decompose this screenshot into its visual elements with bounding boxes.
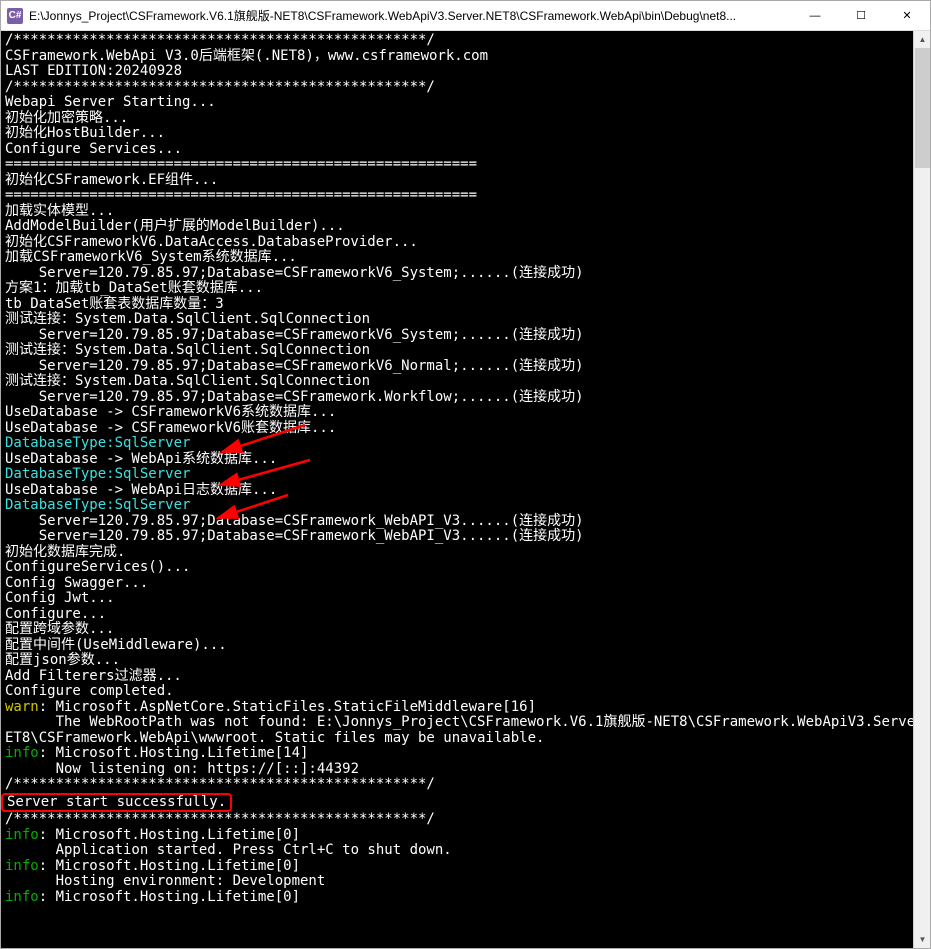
console-line: /***************************************… [5,80,909,96]
console-line: Config Jwt... [5,591,909,607]
titlebar[interactable]: C# E:\Jonnys_Project\CSFramework.V6.1旗舰版… [1,1,930,31]
console-line: ========================================… [5,188,909,204]
console-line: DatabaseType:SqlServer [5,467,909,483]
console-line: CSFramework.WebApi V3.0后端框架(.NET8)，www.c… [5,49,909,65]
console-line: 方案1：加载tb_DataSet账套数据库... [5,281,909,297]
console-line: UseDatabase -> CSFrameworkV6账套数据库... [5,421,909,437]
console-line: 配置json参数... [5,653,909,669]
console-line: /***************************************… [5,777,909,793]
console-line: /***************************************… [5,812,909,828]
console-line: Server=120.79.85.97;Database=CSFramework… [5,514,909,530]
console-line: UseDatabase -> WebApi日志数据库... [5,483,909,499]
console-line: Now listening on: https://[::]:44392 [5,762,909,778]
console-line: Server=120.79.85.97;Database=CSFramework… [5,328,909,344]
scrollbar-thumb[interactable] [915,48,930,168]
scroll-up-arrow[interactable]: ▲ [914,31,930,48]
console-line: 加载实体模型... [5,204,909,220]
console-line: 初始化HostBuilder... [5,126,909,142]
console-line: warn: Microsoft.AspNetCore.StaticFiles.S… [5,700,909,716]
console-line: 测试连接：System.Data.SqlClient.SqlConnection [5,343,909,359]
console-line: Config Swagger... [5,576,909,592]
console-line: Server=120.79.85.97;Database=CSFramework… [5,390,909,406]
window-controls: — ☐ ✕ [792,1,930,30]
console-line: 测试连接：System.Data.SqlClient.SqlConnection [5,374,909,390]
console-line: 初始化加密策略... [5,111,909,127]
console-line: The WebRootPath was not found: E:\Jonnys… [5,715,909,731]
console-line: 加载CSFrameworkV6_System系统数据库... [5,250,909,266]
console-output[interactable]: /***************************************… [1,31,913,948]
console-line: info: Microsoft.Hosting.Lifetime[0] [5,859,909,875]
console-line: 初始化CSFramework.EF组件... [5,173,909,189]
console-line: Configure completed. [5,684,909,700]
console-line: 配置跨域参数... [5,622,909,638]
console-line: LAST EDITION:20240928 [5,64,909,80]
console-line: Hosting environment: Development [5,874,909,890]
maximize-button[interactable]: ☐ [838,1,884,30]
console-line: AddModelBuilder(用户扩展的ModelBuilder)... [5,219,909,235]
window-title: E:\Jonnys_Project\CSFramework.V6.1旗舰版-NE… [29,7,792,24]
highlighted-line: Server start successfully. [1,793,232,813]
console-line: Server=120.79.85.97;Database=CSFramework… [5,359,909,375]
console-line: Webapi Server Starting... [5,95,909,111]
console-line: info: Microsoft.Hosting.Lifetime[0] [5,828,909,844]
console-line: Server start successfully. [5,793,909,813]
close-button[interactable]: ✕ [884,1,930,30]
console-line: Add Filterers过滤器... [5,669,909,685]
console-line: UseDatabase -> CSFrameworkV6系统数据库... [5,405,909,421]
app-icon: C# [7,8,23,24]
console-line: Server=120.79.85.97;Database=CSFramework… [5,266,909,282]
console-line: Configure Services... [5,142,909,158]
console-line: 初始化CSFrameworkV6.DataAccess.DatabaseProv… [5,235,909,251]
console-line: 配置中间件(UseMiddleware)... [5,638,909,654]
console-line: ========================================… [5,157,909,173]
console-line: UseDatabase -> WebApi系统数据库... [5,452,909,468]
console-line: DatabaseType:SqlServer [5,498,909,514]
console-line: Application started. Press Ctrl+C to shu… [5,843,909,859]
console-line: Configure... [5,607,909,623]
console-line: 测试连接：System.Data.SqlClient.SqlConnection [5,312,909,328]
app-window: C# E:\Jonnys_Project\CSFramework.V6.1旗舰版… [0,0,931,949]
scroll-down-arrow[interactable]: ▼ [914,931,930,948]
minimize-button[interactable]: — [792,1,838,30]
scrollbar[interactable]: ▲ ▼ [913,31,930,948]
console-line: ET8\CSFramework.WebApi\wwwroot. Static f… [5,731,909,747]
console-line: Server=120.79.85.97;Database=CSFramework… [5,529,909,545]
console-line: tb_DataSet账套表数据库数量：3 [5,297,909,313]
console-line: 初始化数据库完成. [5,545,909,561]
console-line: /***************************************… [5,33,909,49]
console-line: DatabaseType:SqlServer [5,436,909,452]
console-line: info: Microsoft.Hosting.Lifetime[0] [5,890,909,906]
console-area: /***************************************… [1,31,930,948]
console-line: info: Microsoft.Hosting.Lifetime[14] [5,746,909,762]
console-line: ConfigureServices()... [5,560,909,576]
